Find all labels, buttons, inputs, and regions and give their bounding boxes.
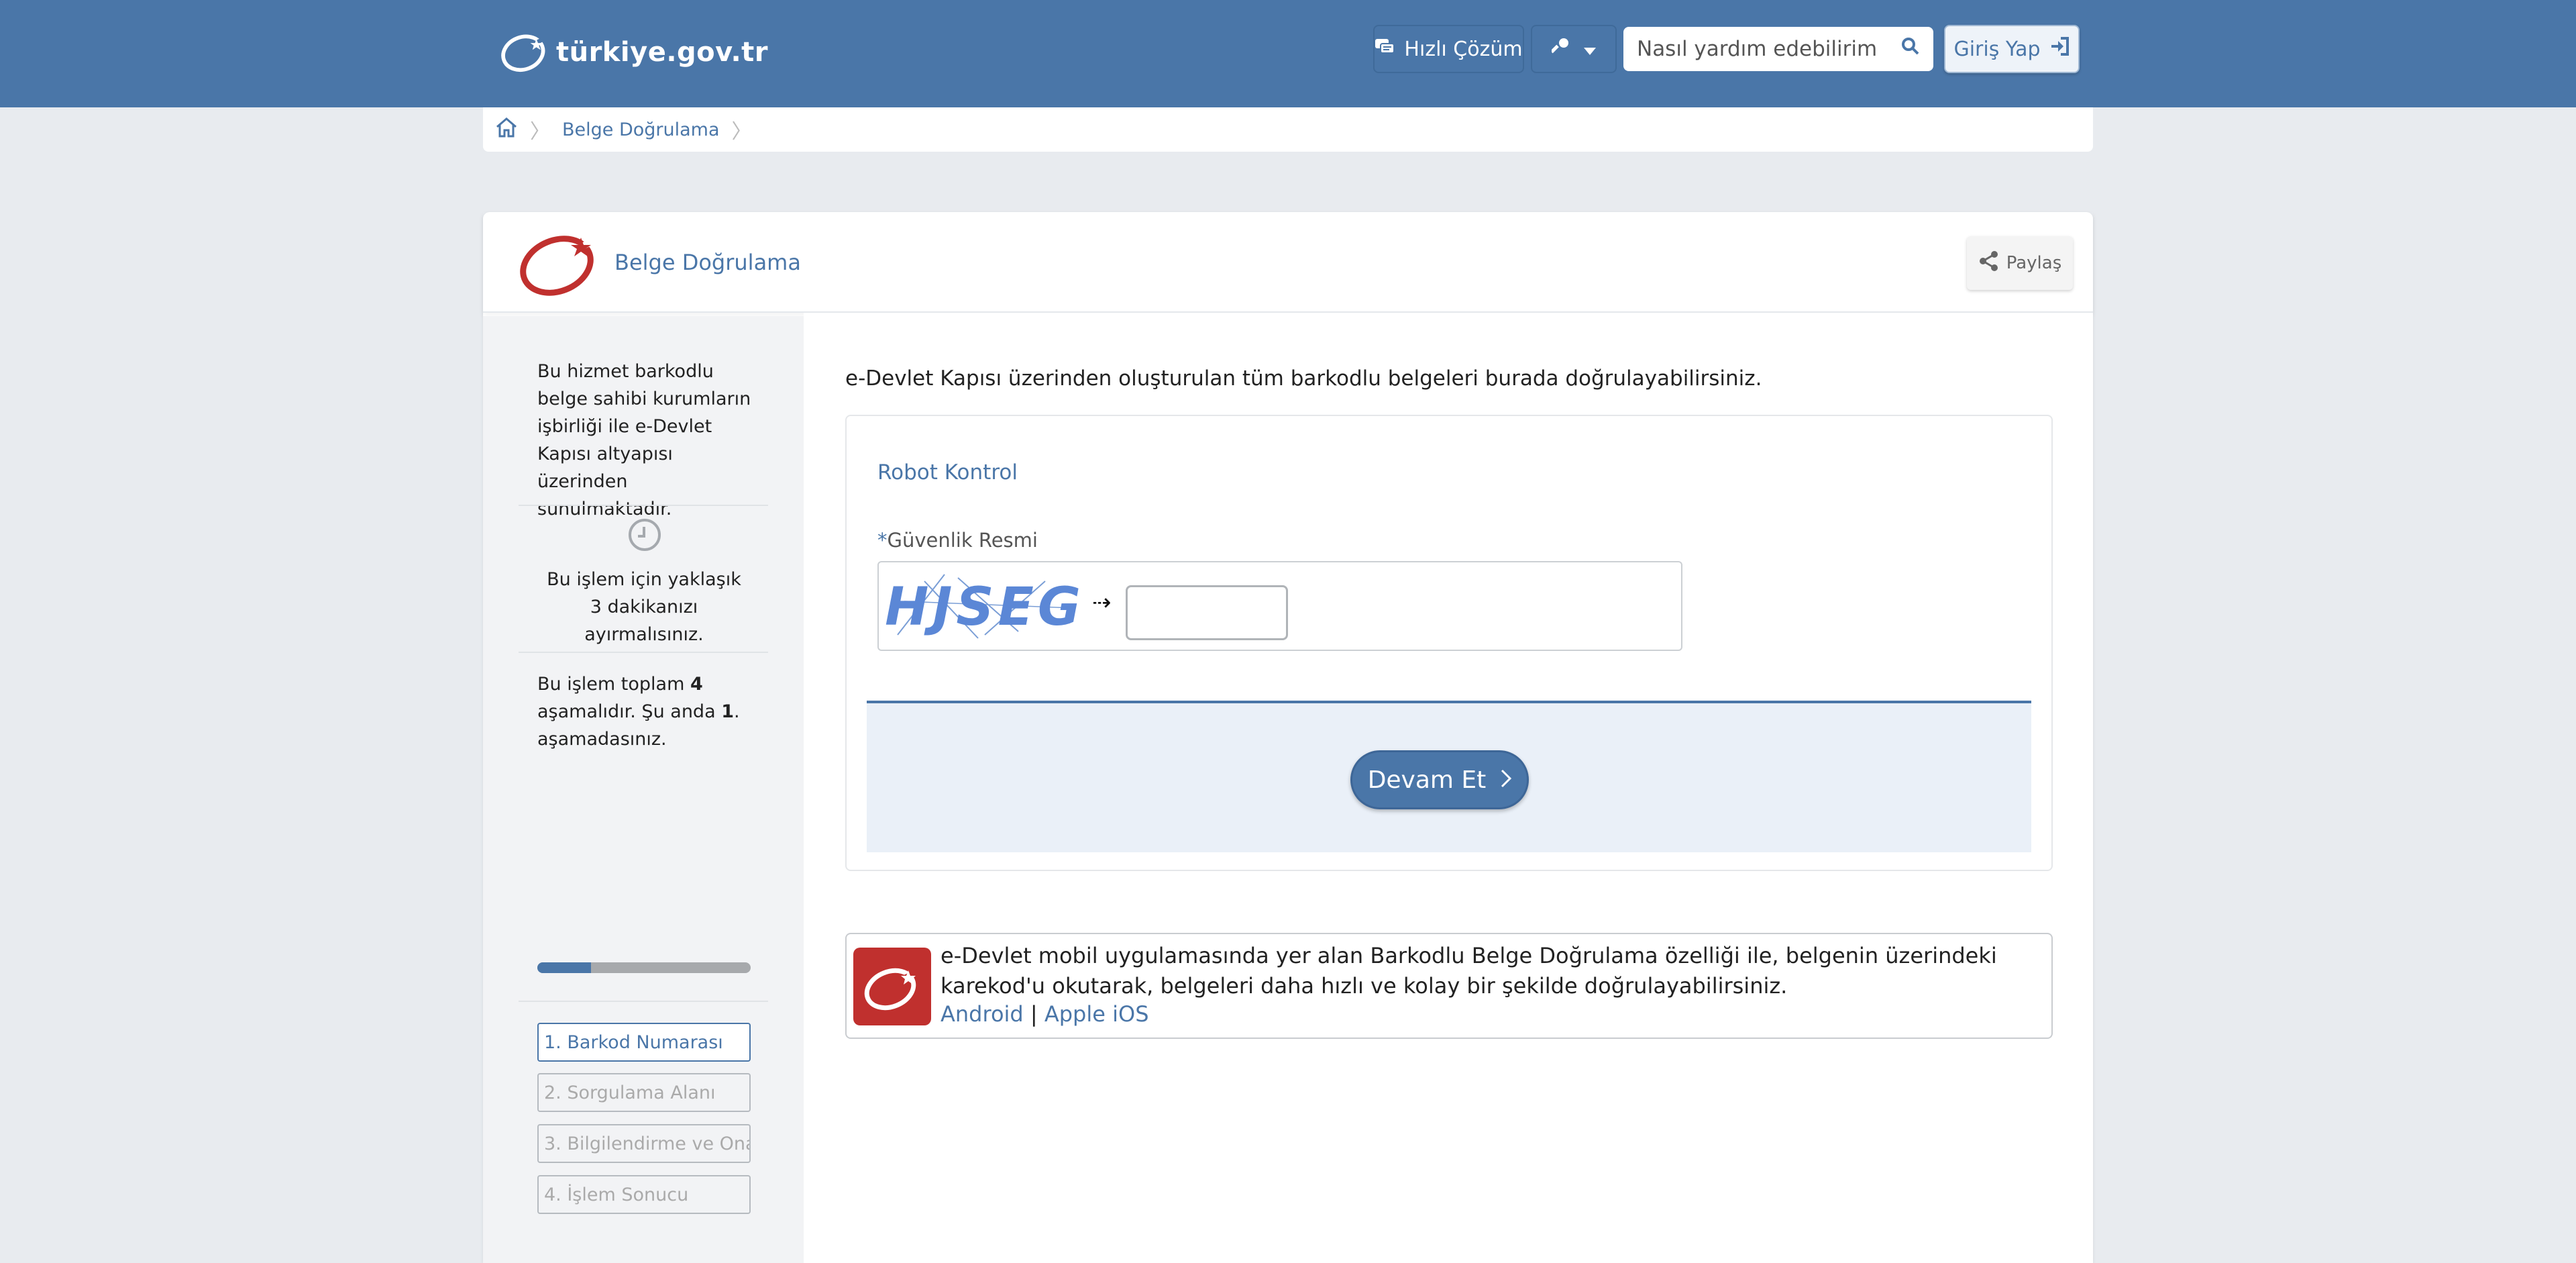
progress-bar xyxy=(537,962,751,973)
service-sidebar: Bu hizmet barkodlu belge sahibi kurumlar… xyxy=(483,316,804,1263)
step-sorgulama-alani: 2. Sorgulama Alanı xyxy=(537,1073,751,1112)
home-icon[interactable] xyxy=(495,117,518,143)
mobile-app-banner: e-Devlet mobil uygulamasında yer alan Ba… xyxy=(845,933,2053,1039)
service-info-text: Bu hizmet barkodlu belge sahibi kurumlar… xyxy=(537,361,751,519)
login-options-dropdown[interactable] xyxy=(1531,25,1617,73)
captcha-image: HJSEG xyxy=(884,568,1085,644)
divider xyxy=(519,1001,768,1002)
breadcrumb-separator: 〉 xyxy=(530,120,550,144)
login-label: Giriş Yap xyxy=(1953,37,2041,61)
android-link[interactable]: Android xyxy=(941,1001,1024,1027)
breadcrumb-separator: 〉 xyxy=(731,120,752,144)
mobile-app-text: e-Devlet mobil uygulamasında yer alan Ba… xyxy=(941,943,1997,999)
form-actions: Devam Et xyxy=(867,701,2031,852)
key-icon xyxy=(1550,37,1570,61)
chat-bubbles-icon xyxy=(1375,38,1395,60)
share-icon xyxy=(1978,250,2000,276)
quick-solution-label: Hızlı Çözüm xyxy=(1404,37,1523,61)
captcha-label: *Güvenlik Resmi xyxy=(877,529,1038,552)
turkiye-gov-logo[interactable]: türkiye.gov.tr xyxy=(500,19,768,86)
search-input[interactable] xyxy=(1637,37,1878,61)
share-button[interactable]: Paylaş xyxy=(1967,236,2073,290)
service-title: Belge Doğrulama xyxy=(614,250,801,275)
progress-fill xyxy=(537,962,591,973)
service-header: Belge Doğrulama Paylaş xyxy=(483,212,2093,313)
clock-icon xyxy=(629,519,661,551)
time-note: Bu işlem için yaklaşık 3 dakikanızı ayır… xyxy=(547,569,741,645)
service-content: e-Devlet Kapısı üzerinden oluşturulan tü… xyxy=(804,313,2093,1263)
share-label: Paylaş xyxy=(2006,253,2062,273)
arrow-right-icon: ⇢ xyxy=(1092,589,1112,616)
divider xyxy=(519,505,768,506)
step-islem-sonucu: 4. İşlem Sonucu xyxy=(537,1175,751,1214)
quick-solution-button[interactable]: Hızlı Çözüm xyxy=(1373,25,1524,73)
sign-in-icon xyxy=(2050,37,2070,61)
top-navbar: türkiye.gov.tr Hızlı Çözüm Giriş Yap xyxy=(0,0,2576,107)
chevron-right-icon xyxy=(1501,766,1512,794)
required-mark: * xyxy=(877,529,888,552)
link-divider: | xyxy=(1030,1001,1038,1027)
service-card: Belge Doğrulama Paylaş Bu hizmet barkodl… xyxy=(483,212,2093,1263)
robot-control-title: Robot Kontrol xyxy=(877,460,1018,485)
breadcrumb-item-belge-dogrulama[interactable]: Belge Doğrulama xyxy=(562,119,720,140)
logo-text: türkiye.gov.tr xyxy=(555,37,768,68)
stage-info: Bu işlem toplam 4 aşamalıdır. Şu anda 1.… xyxy=(537,674,740,750)
edevlet-app-icon xyxy=(853,948,931,1025)
intro-text: e-Devlet Kapısı üzerinden oluşturulan tü… xyxy=(845,366,1762,391)
login-button[interactable]: Giriş Yap xyxy=(1944,25,2080,73)
divider xyxy=(519,652,768,653)
apple-ios-link[interactable]: Apple iOS xyxy=(1044,1001,1149,1027)
breadcrumb: 〉 Belge Doğrulama 〉 xyxy=(483,107,2093,152)
captcha-input[interactable] xyxy=(1126,585,1288,640)
search-box xyxy=(1623,27,1933,71)
captcha-container: HJSEG ⇢ xyxy=(877,561,1682,651)
robot-control-form: Robot Kontrol *Güvenlik Resmi HJSEG ⇢ De… xyxy=(845,415,2053,871)
step-barkod-numarasi[interactable]: 1. Barkod Numarası xyxy=(537,1023,751,1062)
crescent-star-icon xyxy=(501,34,545,72)
edevlet-logo xyxy=(515,227,602,301)
captcha-text: HJSEG xyxy=(885,577,1085,638)
chevron-down-icon xyxy=(1584,38,1596,61)
continue-label: Devam Et xyxy=(1367,766,1487,794)
search-icon[interactable] xyxy=(1901,37,1920,61)
continue-button[interactable]: Devam Et xyxy=(1350,750,1529,809)
step-bilgilendirme-onay: 3. Bilgilendirme ve Onay xyxy=(537,1124,751,1163)
app-store-links: Android | Apple iOS xyxy=(941,1001,1149,1027)
